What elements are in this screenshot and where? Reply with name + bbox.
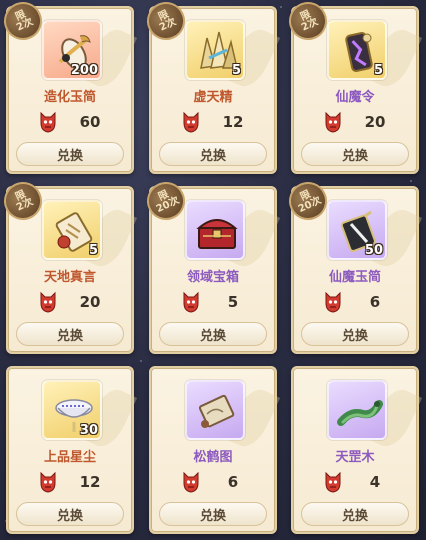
price-row: 20 — [8, 290, 132, 314]
demon-mask-icon — [40, 471, 56, 493]
limit-badge: 限 2次 — [282, 0, 334, 47]
price-value: 4 — [369, 473, 381, 491]
price-row: 5 — [151, 290, 275, 314]
quantity-label: 5 — [373, 63, 383, 78]
item-slot[interactable]: 50 — [327, 200, 387, 260]
shop-card-8: 松鹤图 6 兑换 — [149, 366, 281, 534]
quantity-label: 30 — [79, 423, 98, 438]
price-row: 6 — [293, 290, 417, 314]
shop-card-1: 限 2次 200 造化玉简 60 兑换 — [0, 0, 138, 174]
item-slot[interactable]: 5 — [327, 20, 387, 80]
demon-mask-icon — [183, 291, 199, 313]
item-name: 天罡木 — [335, 450, 375, 465]
item-name: 天地真言 — [43, 270, 96, 285]
item-name: 领域宝箱 — [186, 270, 239, 285]
price-row: 4 — [293, 470, 417, 494]
shop-card-9: 天罡木 4 兑换 — [291, 366, 423, 534]
price-value: 20 — [364, 113, 386, 131]
price-row: 12 — [151, 110, 275, 134]
item-slot[interactable] — [185, 380, 245, 440]
item-name: 松鹤图 — [193, 450, 233, 465]
redeem-button[interactable]: 兑换 — [16, 142, 124, 166]
item-name: 造化玉简 — [43, 90, 96, 105]
painting-scroll-icon — [198, 394, 235, 428]
price-value: 20 — [79, 293, 101, 311]
price-value: 60 — [79, 113, 101, 131]
item-name: 虚天精 — [193, 90, 233, 105]
limit-badge: 限 2次 — [0, 0, 49, 47]
price-value: 6 — [369, 293, 381, 311]
shop-card-2: 限 2次 5 虚天精 12 兑换 — [140, 0, 281, 174]
red-chest-icon — [196, 219, 238, 249]
limit-badge: 限 20次 — [140, 175, 192, 227]
item-name: 仙魔玉简 — [328, 270, 381, 285]
green-lizard-wood-icon — [337, 400, 383, 426]
demon-mask-icon — [183, 471, 199, 493]
item-slot[interactable] — [327, 380, 387, 440]
shop-card-7: 30 上品星尘 12 兑换 — [6, 366, 138, 534]
item-slot[interactable]: 30 — [42, 380, 102, 440]
demon-mask-icon — [325, 111, 341, 133]
demon-mask-icon — [183, 111, 199, 133]
price-value: 12 — [222, 113, 244, 131]
item-slot[interactable]: 5 — [42, 200, 102, 260]
price-row: 12 — [8, 470, 132, 494]
redeem-button[interactable]: 兑换 — [301, 322, 409, 346]
quantity-label: 5 — [231, 63, 241, 78]
quantity-label: 5 — [88, 243, 98, 258]
redeem-button[interactable]: 兑换 — [16, 322, 124, 346]
demon-mask-icon — [325, 471, 341, 493]
demon-mask-icon — [325, 291, 341, 313]
redeem-button[interactable]: 兑换 — [159, 502, 267, 526]
item-slot[interactable]: 200 — [42, 20, 102, 80]
demon-mask-icon — [40, 291, 56, 313]
shop-card-4: 限 2次 5 天地真言 20 兑换 — [0, 175, 138, 354]
limit-badge: 限 20次 — [282, 175, 334, 227]
quantity-label: 200 — [70, 63, 98, 78]
shop-card-5: 限 20次 领域宝箱 5 兑换 — [140, 175, 281, 354]
price-value: 12 — [79, 473, 101, 491]
item-slot[interactable] — [185, 200, 245, 260]
quantity-label: 50 — [364, 243, 383, 258]
item-name: 上品星尘 — [43, 450, 96, 465]
item-name: 仙魔令 — [335, 90, 375, 105]
price-value: 6 — [227, 473, 239, 491]
shop-card-3: 限 2次 5 仙魔令 20 兑换 — [282, 0, 423, 174]
shop-card-6: 限 20次 50 仙魔玉简 6 兑换 — [282, 175, 423, 354]
redeem-button[interactable]: 兑换 — [159, 322, 267, 346]
redeem-button[interactable]: 兑换 — [301, 502, 409, 526]
limit-badge: 限 2次 — [140, 0, 192, 47]
demon-mask-icon — [40, 111, 56, 133]
item-slot[interactable]: 5 — [185, 20, 245, 80]
price-row: 6 — [151, 470, 275, 494]
limit-badge: 限 2次 — [0, 175, 49, 227]
price-row: 60 — [8, 110, 132, 134]
price-value: 5 — [227, 293, 239, 311]
redeem-button[interactable]: 兑换 — [159, 142, 267, 166]
redeem-button[interactable]: 兑换 — [301, 142, 409, 166]
redeem-button[interactable]: 兑换 — [16, 502, 124, 526]
price-row: 20 — [293, 110, 417, 134]
